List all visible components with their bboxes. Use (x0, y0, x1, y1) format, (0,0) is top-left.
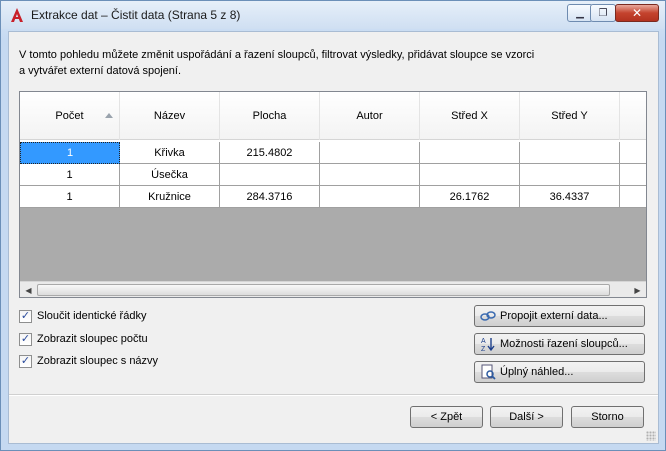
back-button[interactable]: < Zpět (410, 406, 483, 428)
horizontal-scrollbar[interactable]: ◀ ▶ (20, 281, 646, 297)
preview-icon (480, 364, 496, 380)
cell-center-x[interactable]: 26.1762 (420, 186, 520, 208)
table-row[interactable]: 1 Křivka 215.4802 (20, 142, 646, 164)
column-header-center-x[interactable]: Střed X (420, 92, 520, 140)
cancel-label: Storno (591, 411, 624, 423)
cell-overflow[interactable] (620, 142, 646, 164)
sort-az-icon: A Z (480, 336, 496, 352)
show-count-option[interactable]: ✓ Zobrazit sloupec počtu (19, 331, 148, 347)
cell-name[interactable]: Kružnice (120, 186, 220, 208)
window-title: Extrakce dat – Čistit data (Strana 5 z 8… (31, 8, 241, 22)
link-external-data-label: Propojit externí data... (500, 310, 608, 322)
column-header-area[interactable]: Plocha (220, 92, 320, 140)
cell-overflow[interactable] (620, 164, 646, 186)
table-row[interactable]: 1 Úsečka (20, 164, 646, 186)
cell-count[interactable]: 1 (20, 186, 120, 208)
close-icon: ✕ (631, 6, 643, 20)
cell-name[interactable]: Křivka (120, 142, 220, 164)
cancel-button[interactable]: Storno (571, 406, 644, 428)
column-header-name[interactable]: Název (120, 92, 220, 140)
full-preview-button[interactable]: Úplný náhled... (474, 361, 645, 383)
combine-rows-option[interactable]: ✓ Sloučit identické řádky (19, 308, 146, 324)
show-name-checkbox[interactable]: ✓ (19, 354, 32, 368)
svg-text:Z: Z (481, 346, 486, 352)
description-text: V tomto pohledu můžete změnit uspořádání… (19, 49, 535, 77)
full-preview-label: Úplný náhled... (500, 366, 574, 378)
link-external-data-button[interactable]: Propojit externí data... (474, 305, 645, 327)
show-name-option[interactable]: ✓ Zobrazit sloupec s názvy (19, 353, 158, 369)
next-button[interactable]: Další > (490, 406, 563, 428)
cell-center-y[interactable] (520, 164, 620, 186)
footer-separator (9, 394, 658, 396)
column-header-label: Plocha (252, 110, 287, 122)
maximize-icon: ❐ (598, 7, 608, 19)
autocad-icon (9, 7, 25, 23)
column-header-center-y[interactable]: Střed Y (520, 92, 620, 140)
show-count-checkbox[interactable]: ✓ (19, 332, 32, 346)
column-header-count[interactable]: Počet (20, 92, 120, 140)
dialog-window: Extrakce dat – Čistit data (Strana 5 z 8… (0, 0, 666, 451)
sort-options-label: Možnosti řazení sloupců... (500, 338, 628, 350)
column-header-label: Střed Y (551, 110, 588, 122)
grid-header: Počet Název Plocha Autor Střed X Střed Y (20, 92, 646, 140)
cell-count[interactable]: 1 (20, 164, 120, 186)
back-label: < Zpět (430, 411, 463, 423)
scroll-thumb[interactable] (37, 284, 610, 296)
scroll-left-icon[interactable]: ◀ (20, 282, 37, 297)
cell-area[interactable]: 215.4802 (220, 142, 320, 164)
sort-ascending-icon (105, 113, 113, 118)
svg-text:A: A (481, 338, 486, 345)
show-count-label: Zobrazit sloupec počtu (37, 333, 148, 345)
link-icon (480, 308, 496, 324)
show-name-label: Zobrazit sloupec s názvy (37, 355, 159, 367)
cell-author[interactable] (320, 186, 420, 208)
cell-name[interactable]: Úsečka (120, 164, 220, 186)
cell-center-x[interactable] (420, 142, 520, 164)
cell-center-y[interactable] (520, 142, 620, 164)
cell-author[interactable] (320, 164, 420, 186)
cell-overflow[interactable] (620, 186, 646, 208)
minimize-icon: ▁ (576, 7, 584, 19)
cell-count[interactable]: 1 (20, 142, 120, 164)
close-button[interactable]: ✕ (615, 4, 659, 22)
cell-center-x[interactable] (420, 164, 520, 186)
column-header-overflow[interactable] (620, 92, 646, 140)
next-label: Další > (509, 411, 544, 423)
table-row[interactable]: 1 Kružnice 284.3716 26.1762 36.4337 (20, 186, 646, 208)
cell-area[interactable]: 284.3716 (220, 186, 320, 208)
sort-options-button[interactable]: A Z Možnosti řazení sloupců... (474, 333, 645, 355)
grid-empty-area (20, 208, 646, 281)
column-header-label: Název (153, 110, 186, 122)
maximize-button[interactable]: ❐ (590, 4, 616, 22)
cell-center-y[interactable]: 36.4337 (520, 186, 620, 208)
data-grid[interactable]: Počet Název Plocha Autor Střed X Střed Y (19, 91, 647, 298)
column-header-label: Počet (55, 110, 84, 122)
combine-rows-label: Sloučit identické řádky (37, 310, 147, 322)
dialog-client-area: V tomto pohledu můžete změnit uspořádání… (8, 31, 659, 444)
title-bar[interactable]: Extrakce dat – Čistit data (Strana 5 z 8… (1, 1, 665, 29)
resize-grip[interactable] (646, 431, 656, 441)
cell-area[interactable] (220, 164, 320, 186)
scroll-right-icon[interactable]: ▶ (629, 282, 646, 297)
column-header-label: Autor (356, 110, 383, 122)
combine-rows-checkbox[interactable]: ✓ (19, 309, 32, 323)
column-header-author[interactable]: Autor (320, 92, 420, 140)
cell-author[interactable] (320, 142, 420, 164)
column-header-label: Střed X (451, 110, 488, 122)
